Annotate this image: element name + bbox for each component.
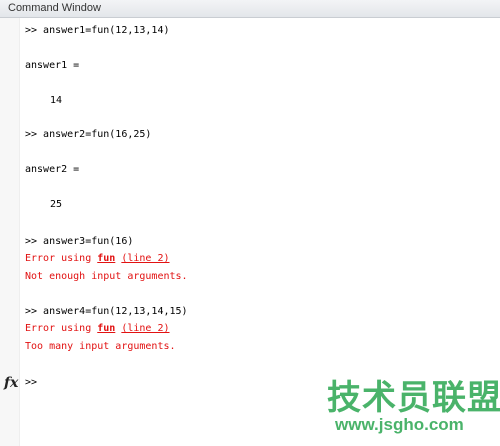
function-browser-icon[interactable]: fx [4,375,18,391]
title-bar: Command Window [0,0,500,18]
error-function-link[interactable]: fun [97,253,115,264]
command-line: >> answer4=fun(12,13,14,15) [25,306,188,317]
command-line: >> answer2=fun(16,25) [25,129,152,140]
error-line: Error using fun (line 2) [25,322,170,336]
prompt-symbol: >> [25,377,38,388]
watermark-url: www.jsgho.com [335,415,464,434]
error-line-link[interactable]: (line 2) [121,323,169,334]
output-value: 14 [50,95,63,106]
error-message: Too many input arguments. [25,341,176,352]
watermark: 技术员联盟 www.jsgho.com [277,370,500,440]
watermark-text: 技术员联盟 [327,378,500,418]
error-line-link[interactable]: (line 2) [121,253,169,264]
error-function-link[interactable]: fun [97,323,115,334]
error-message: Not enough input arguments. [25,271,188,282]
error-line: Error using fun (line 2) [25,252,170,266]
output-variable: answer2 = [25,164,80,175]
window-title: Command Window [8,2,101,14]
output-variable: answer1 = [25,60,80,71]
error-prefix: Error using [25,323,98,334]
error-prefix: Error using [25,253,98,264]
command-line: >> answer1=fun(12,13,14) [25,25,170,36]
command-window[interactable]: Command Window >> answer1=fun(12,13,14) … [0,0,500,446]
output-value: 25 [50,199,63,210]
command-line: >> answer3=fun(16) [25,236,134,247]
